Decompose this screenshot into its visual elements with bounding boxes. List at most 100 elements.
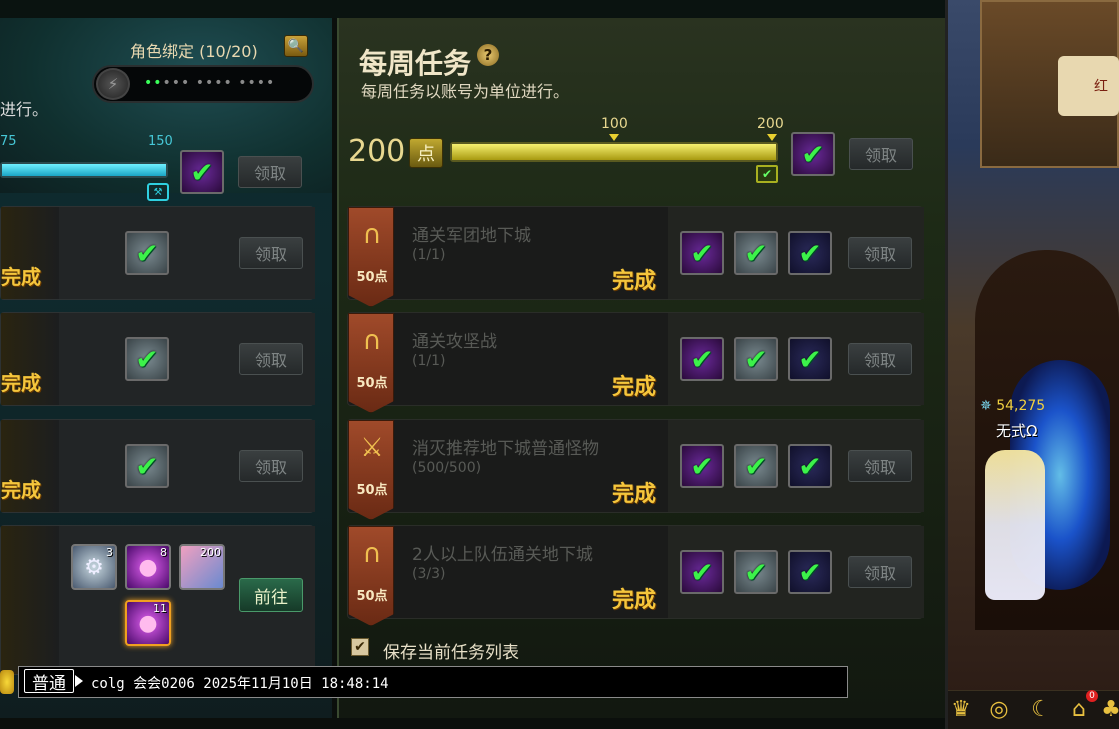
reward-item[interactable]: ✔	[734, 337, 778, 381]
weekly-subtitle: 每周任务以账号为单位进行。	[361, 82, 570, 101]
claim-button[interactable]: 领取	[848, 343, 912, 375]
claim-button[interactable]: 领取	[239, 343, 303, 375]
claim-button[interactable]: 领取	[848, 556, 912, 588]
task-progress: (1/1)	[412, 247, 446, 263]
go-button[interactable]: 前往	[239, 578, 303, 612]
task-done-label: 完成	[612, 269, 657, 294]
check-icon: ✔	[798, 342, 822, 376]
check-icon: ✔	[798, 236, 822, 270]
reward-item[interactable]: ✔	[788, 444, 832, 488]
task-progress: (3/3)	[412, 566, 446, 582]
points-flag: ∩ 50点	[348, 313, 394, 413]
crown-icon[interactable]: ♛	[948, 697, 974, 723]
arch-icon: ∩	[362, 326, 382, 356]
character-bind-label: 角色绑定 (10/20)	[130, 42, 258, 61]
purple-orb-icon[interactable]: 11 ●	[125, 600, 171, 646]
chat-input-bar[interactable]: 普通 colg 会会0206 2025年11月10日 18:48:14	[18, 666, 848, 698]
claim-button[interactable]: 领取	[849, 138, 913, 170]
task-name: 通关军团地下城	[412, 226, 531, 246]
task-name: 2人以上队伍通关地下城	[412, 545, 593, 565]
milestone-reward-item[interactable]: ✔	[791, 132, 835, 176]
check-icon: ✔	[190, 155, 214, 189]
reward-item[interactable]: ✔	[680, 550, 724, 594]
reward-item[interactable]: ✔	[680, 444, 724, 488]
emoji-icon[interactable]	[0, 670, 14, 694]
weekly-title: 每周任务	[359, 47, 472, 80]
claim-button[interactable]: 领取	[848, 237, 912, 269]
reward-item[interactable]: ✔	[788, 550, 832, 594]
search-button[interactable]: 🔍	[284, 35, 308, 57]
chat-mode-arrow-icon[interactable]	[75, 675, 83, 687]
character-desc-fragment: 进行。	[0, 100, 49, 119]
chest-icon[interactable]: ⚒	[147, 183, 169, 201]
tick-marker	[767, 134, 777, 141]
claim-button[interactable]: 领取	[238, 156, 302, 188]
scene-sign: 红	[1058, 56, 1119, 116]
reward-item[interactable]: ✔	[125, 231, 169, 275]
character-power: ✵ 54,275	[980, 398, 1046, 414]
weekly-points-value: 200	[348, 134, 406, 169]
reward-item[interactable]: ✔	[788, 231, 832, 275]
claim-button[interactable]: 领取	[239, 450, 303, 482]
lightning-lock-icon: ⚡	[96, 68, 130, 100]
sword-icon: ⚔	[360, 433, 384, 463]
check-icon: ✔	[744, 342, 768, 376]
task-done-label: 完成	[612, 588, 657, 613]
task-done-label: 完成	[1, 371, 41, 395]
points-flag: ∩ 50点	[348, 526, 394, 626]
check-icon: ✔	[798, 555, 822, 589]
reward-item[interactable]: ✔	[680, 337, 724, 381]
search-icon: 🔍	[287, 38, 305, 54]
help-icon[interactable]: ?	[477, 44, 499, 66]
milestone-reward-item[interactable]: ✔	[180, 150, 224, 194]
reward-item[interactable]: ✔	[734, 231, 778, 275]
check-icon: ✔	[744, 555, 768, 589]
chat-mode-button[interactable]: 普通	[24, 669, 74, 694]
check-icon: ✔	[798, 449, 822, 483]
task-progress: (500/500)	[412, 460, 482, 476]
tree-icon[interactable]: ♣	[1098, 697, 1119, 723]
weekly-task-row: ∩ 50点 2人以上队伍通关地下城 (3/3) 完成 ✔ ✔ ✔ 领取	[347, 525, 924, 626]
points-flag: ⚔ 50点	[348, 420, 394, 520]
points-flag: ∩ 50点	[348, 207, 394, 307]
reward-item[interactable]: ✔	[734, 444, 778, 488]
reward-item[interactable]: ✔	[680, 231, 724, 275]
circle-emblem-icon[interactable]: ◎	[986, 697, 1012, 723]
reward-item[interactable]: ✔	[125, 337, 169, 381]
tick-label-200: 200	[757, 116, 784, 132]
task-name: 通关攻坚战	[412, 332, 497, 352]
claim-button[interactable]: 领取	[239, 237, 303, 269]
tick-label-100: 100	[601, 116, 628, 132]
weekly-progress-fill	[452, 144, 776, 160]
ticket-icon[interactable]: 200	[179, 544, 225, 590]
player-character[interactable]	[985, 450, 1045, 600]
character-task-row: 3 ⚙ 8 ● 200 11 ● 前往	[0, 525, 315, 675]
check-icon: ✔	[135, 342, 159, 376]
notification-badge: 0	[1086, 690, 1098, 702]
check-icon: ✔	[690, 342, 714, 376]
character-progress-bar	[0, 162, 168, 178]
check-icon: ✔	[690, 555, 714, 589]
purple-orb-icon[interactable]: 8 ●	[125, 544, 171, 590]
crescent-icon[interactable]: ☾	[1028, 697, 1054, 723]
tick-label-75: 75	[0, 134, 17, 149]
chat-input-text[interactable]: colg 会会0206 2025年11月10日 18:48:14	[91, 673, 389, 693]
character-task-row: 完成 ✔ 领取	[0, 312, 315, 406]
reward-item[interactable]: ✔	[125, 444, 169, 488]
tick-label-150: 150	[148, 134, 173, 149]
character-tasks-panel: 角色绑定 (10/20) 🔍 ⚡ ••••• •••• •••• 进行。 75 …	[0, 18, 332, 718]
top-strip	[0, 0, 948, 18]
check-icon: ✔	[135, 449, 159, 483]
tick-marker	[609, 134, 619, 141]
reward-item[interactable]: ✔	[734, 550, 778, 594]
game-window: 角色绑定 (10/20) 🔍 ⚡ ••••• •••• •••• 进行。 75 …	[0, 0, 1119, 729]
secure-code-text: ••••• •••• ••••	[144, 75, 276, 91]
check-icon: ✔	[690, 449, 714, 483]
weekly-task-row: ∩ 50点 通关军团地下城 (1/1) 完成 ✔ ✔ ✔ 领取	[347, 206, 924, 307]
gear-shield-icon[interactable]: 3 ⚙	[71, 544, 117, 590]
save-task-list-checkbox[interactable]: ✔	[351, 638, 369, 656]
save-task-list-label: 保存当前任务列表	[383, 643, 519, 663]
reward-item[interactable]: ✔	[788, 337, 832, 381]
claim-button[interactable]: 领取	[848, 450, 912, 482]
secure-code-field[interactable]: ⚡ ••••• •••• ••••	[92, 65, 314, 103]
